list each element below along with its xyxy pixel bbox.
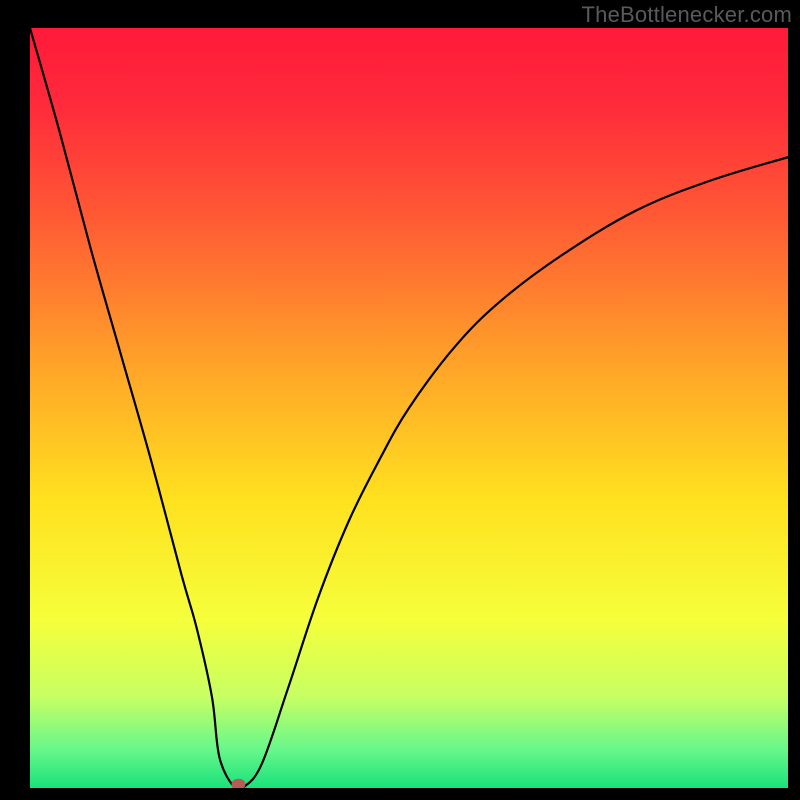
chart-svg xyxy=(30,28,788,788)
chart-frame: TheBottlenecker.com xyxy=(0,0,800,800)
chart-plot-area xyxy=(30,28,788,788)
watermark-text: TheBottlenecker.com xyxy=(582,2,792,28)
